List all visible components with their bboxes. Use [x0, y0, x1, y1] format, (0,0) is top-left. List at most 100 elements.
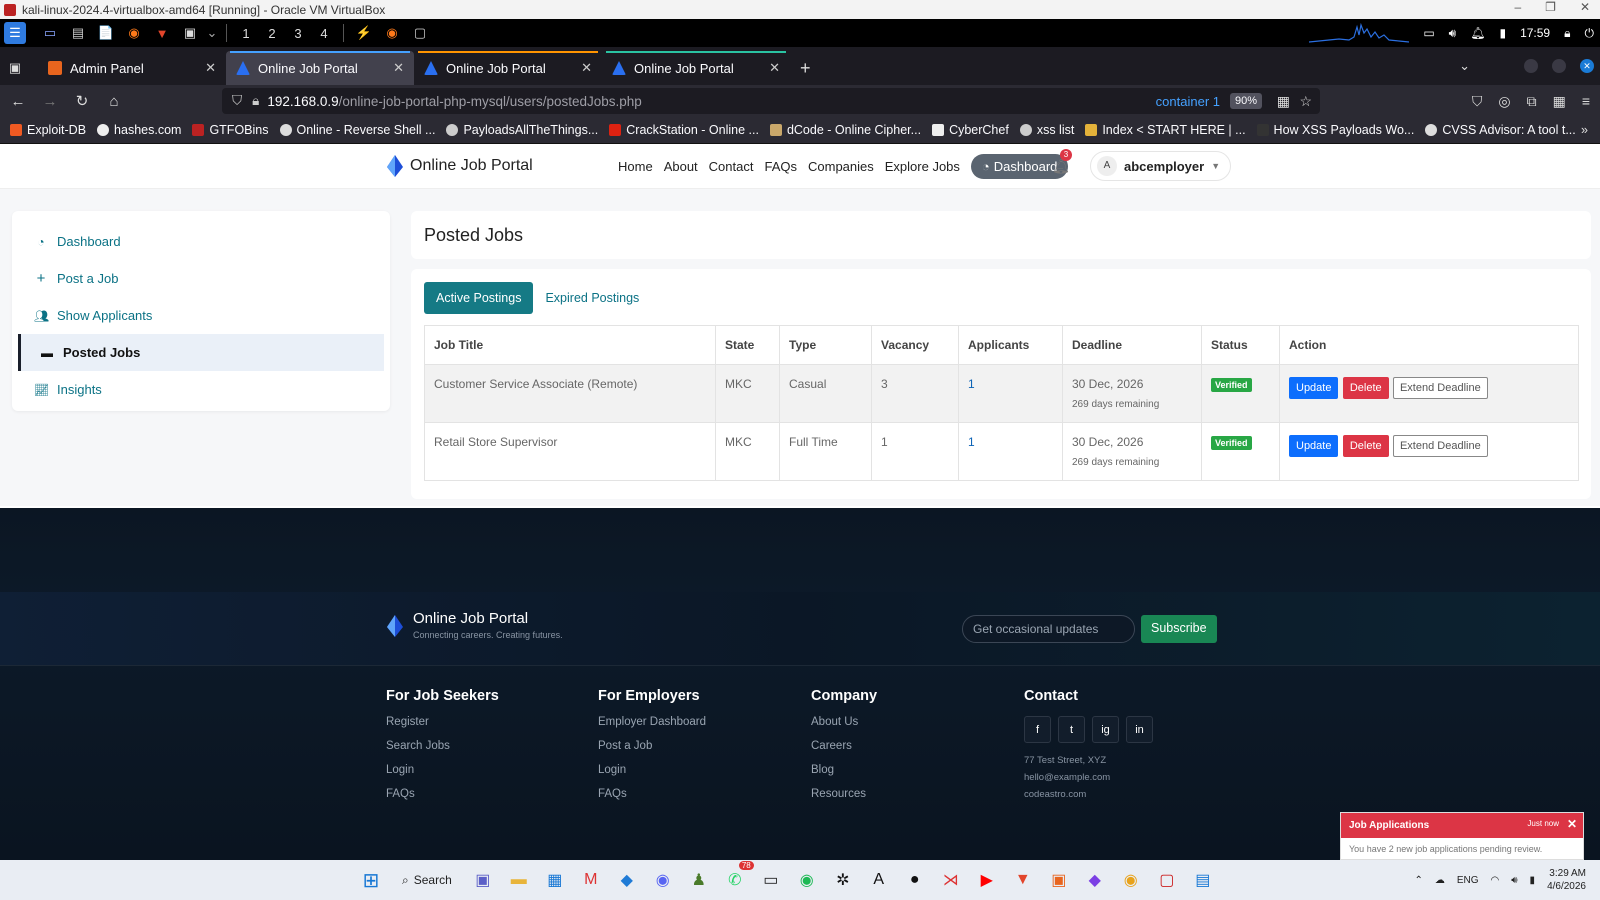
shield-icon[interactable]: ⛉	[232, 93, 242, 109]
whatsapp-icon[interactable]: ✆ 78	[722, 861, 754, 893]
youtube-icon[interactable]: ▶	[974, 867, 1000, 893]
desktop-icon[interactable]: ▭	[39, 22, 61, 44]
app-icon[interactable]: ⚡	[353, 22, 375, 44]
store-icon[interactable]: ▦	[542, 867, 568, 893]
chevron-down-icon[interactable]: ⌄	[207, 22, 218, 44]
chrome-icon[interactable]: ◉	[1118, 867, 1144, 893]
window-icon[interactable]: ▢	[409, 22, 431, 44]
bookmark-item[interactable]: CrackStation - Online ...	[609, 123, 759, 137]
applicants-link[interactable]: 1	[968, 377, 975, 391]
maximize-icon[interactable]	[1552, 59, 1566, 73]
tab-online-job-portal-3[interactable]: Online Job Portal ✕	[602, 51, 790, 85]
footer-link[interactable]: FAQs	[386, 788, 499, 800]
sidebar-item-insights[interactable]: 📈︎ Insights	[12, 371, 390, 408]
menu-explore-jobs[interactable]: Explore Jobs	[885, 159, 960, 174]
container-label[interactable]: container 1	[1156, 94, 1220, 109]
contact-email[interactable]: hello@example.com	[1024, 772, 1153, 783]
chatgpt-icon[interactable]: ✲	[830, 867, 856, 893]
more-bookmarks-icon[interactable]: »	[1581, 123, 1588, 137]
bookmark-item[interactable]: GTFOBins	[192, 123, 269, 137]
tab-online-job-portal-2[interactable]: Online Job Portal ✕	[414, 51, 602, 85]
language-indicator[interactable]: ENG	[1457, 875, 1479, 886]
newsletter-input[interactable]: Get occasional updates	[962, 615, 1135, 643]
sidebar-item-posted-jobs[interactable]: ▬ Posted Jobs	[18, 334, 384, 371]
battery-icon[interactable]: ▮	[1530, 875, 1536, 886]
url-bar[interactable]: ⛉ 🔒︎ 192.168.0.9/online-job-portal-php-m…	[222, 88, 1320, 114]
chevron-up-icon[interactable]: ⌃	[1414, 875, 1422, 886]
update-button[interactable]: Update	[1289, 377, 1339, 399]
discord-icon[interactable]: ◉	[650, 867, 676, 893]
workspace-1[interactable]: 1	[233, 26, 259, 41]
text-app-icon[interactable]: A	[866, 867, 892, 893]
firefox-running-icon[interactable]: ◉	[381, 22, 403, 44]
bookmark-item[interactable]: Index < START HERE | ...	[1085, 123, 1246, 137]
facebook-icon[interactable]: f	[1024, 716, 1051, 743]
close-icon[interactable]: ✕	[1580, 0, 1590, 14]
bookmark-item[interactable]: CyberChef	[932, 123, 1009, 137]
firefox-icon[interactable]: ◉	[123, 22, 145, 44]
reload-icon[interactable]: ↻	[68, 92, 96, 110]
kali-clock[interactable]: 17:59	[1520, 26, 1550, 40]
menu-about[interactable]: About	[664, 159, 698, 174]
display-icon[interactable]: ▭	[1423, 26, 1434, 40]
close-tab-icon[interactable]: ✕	[769, 60, 780, 76]
tab-list-icon[interactable]: ▣	[0, 51, 30, 85]
site-brand[interactable]: Online Job Portal	[387, 155, 533, 177]
instagram-icon[interactable]: ig	[1092, 716, 1119, 743]
volume-icon[interactable]: 🔊︎	[1449, 26, 1457, 41]
home-icon[interactable]: ⌂	[100, 93, 128, 110]
bookmark-item[interactable]: hashes.com	[97, 123, 181, 137]
update-button[interactable]: Update	[1289, 435, 1339, 457]
apps-icon[interactable]: ▦	[1553, 93, 1566, 110]
delete-button[interactable]: Delete	[1342, 435, 1389, 457]
footer-link[interactable]: About Us	[811, 716, 877, 728]
brave-icon[interactable]: ▼	[1010, 867, 1036, 893]
bookmark-item[interactable]: Online - Reverse Shell ...	[279, 123, 435, 137]
bookmark-item[interactable]: CVSS Advisor: A tool t...	[1425, 123, 1576, 137]
menu-icon[interactable]: ≡	[1582, 93, 1590, 110]
footer-link[interactable]: Employer Dashboard	[598, 716, 706, 728]
footer-link[interactable]: Search Jobs	[386, 740, 499, 752]
kali-menu-icon[interactable]: ☰	[4, 22, 26, 44]
footer-link[interactable]: Post a Job	[598, 740, 706, 752]
terminal-icon[interactable]: ▭	[758, 867, 784, 893]
workspace-4[interactable]: 4	[311, 26, 337, 41]
files-icon[interactable]: ▤	[67, 22, 89, 44]
vscode-icon[interactable]: ◆	[614, 867, 640, 893]
lock-icon[interactable]: 🔒︎	[1564, 26, 1570, 41]
sidebar-item-show-applicants[interactable]: 👥︎ Show Applicants	[12, 297, 390, 334]
extensions-icon[interactable]: ⧉	[1527, 93, 1537, 110]
zoom-level[interactable]: 90%	[1229, 93, 1262, 109]
power-icon[interactable]: ⏻	[1585, 26, 1595, 41]
github-icon[interactable]: ●	[902, 867, 928, 893]
tab-admin-panel[interactable]: Admin Panel ✕	[38, 51, 226, 85]
menu-faqs[interactable]: FAQs	[764, 159, 797, 174]
tab-active-postings[interactable]: Active Postings	[424, 282, 534, 314]
minimize-icon[interactable]: –	[1514, 0, 1521, 14]
spotify-icon[interactable]: ◉	[794, 867, 820, 893]
workspace-2[interactable]: 2	[259, 26, 285, 41]
pocket-icon[interactable]: ⛉	[1472, 93, 1483, 110]
footer-link[interactable]: Login	[386, 764, 499, 776]
kali-vm-icon[interactable]: ▢	[1154, 867, 1180, 893]
restore-icon[interactable]: ❐	[1545, 0, 1556, 14]
back-icon[interactable]: ←	[4, 93, 32, 110]
forward-icon[interactable]: →	[36, 93, 64, 110]
file-explorer-icon[interactable]: ▬	[506, 867, 532, 893]
extensions-grid-icon[interactable]: ▦	[1277, 93, 1290, 110]
volume-icon[interactable]: 🔊︎	[1511, 875, 1517, 886]
wifi-icon[interactable]: ◠	[1491, 875, 1500, 886]
footer-link[interactable]: Blog	[811, 764, 877, 776]
sidebar-item-post-job[interactable]: + Post a Job	[12, 260, 390, 297]
text-editor-icon[interactable]: 📄	[95, 22, 117, 44]
footer-link[interactable]: Login	[598, 764, 706, 776]
bookmark-item[interactable]: How XSS Payloads Wo...	[1256, 123, 1414, 137]
applicants-link[interactable]: 1	[968, 435, 975, 449]
brave-icon[interactable]: ▼	[151, 22, 173, 44]
subscribe-button[interactable]: Subscribe	[1141, 615, 1217, 643]
new-tab-icon[interactable]: +	[790, 51, 821, 85]
windows-start-icon[interactable]: ⊞	[358, 867, 384, 893]
menu-home[interactable]: Home	[618, 159, 653, 174]
footer-link[interactable]: Resources	[811, 788, 877, 800]
menu-companies[interactable]: Companies	[808, 159, 874, 174]
